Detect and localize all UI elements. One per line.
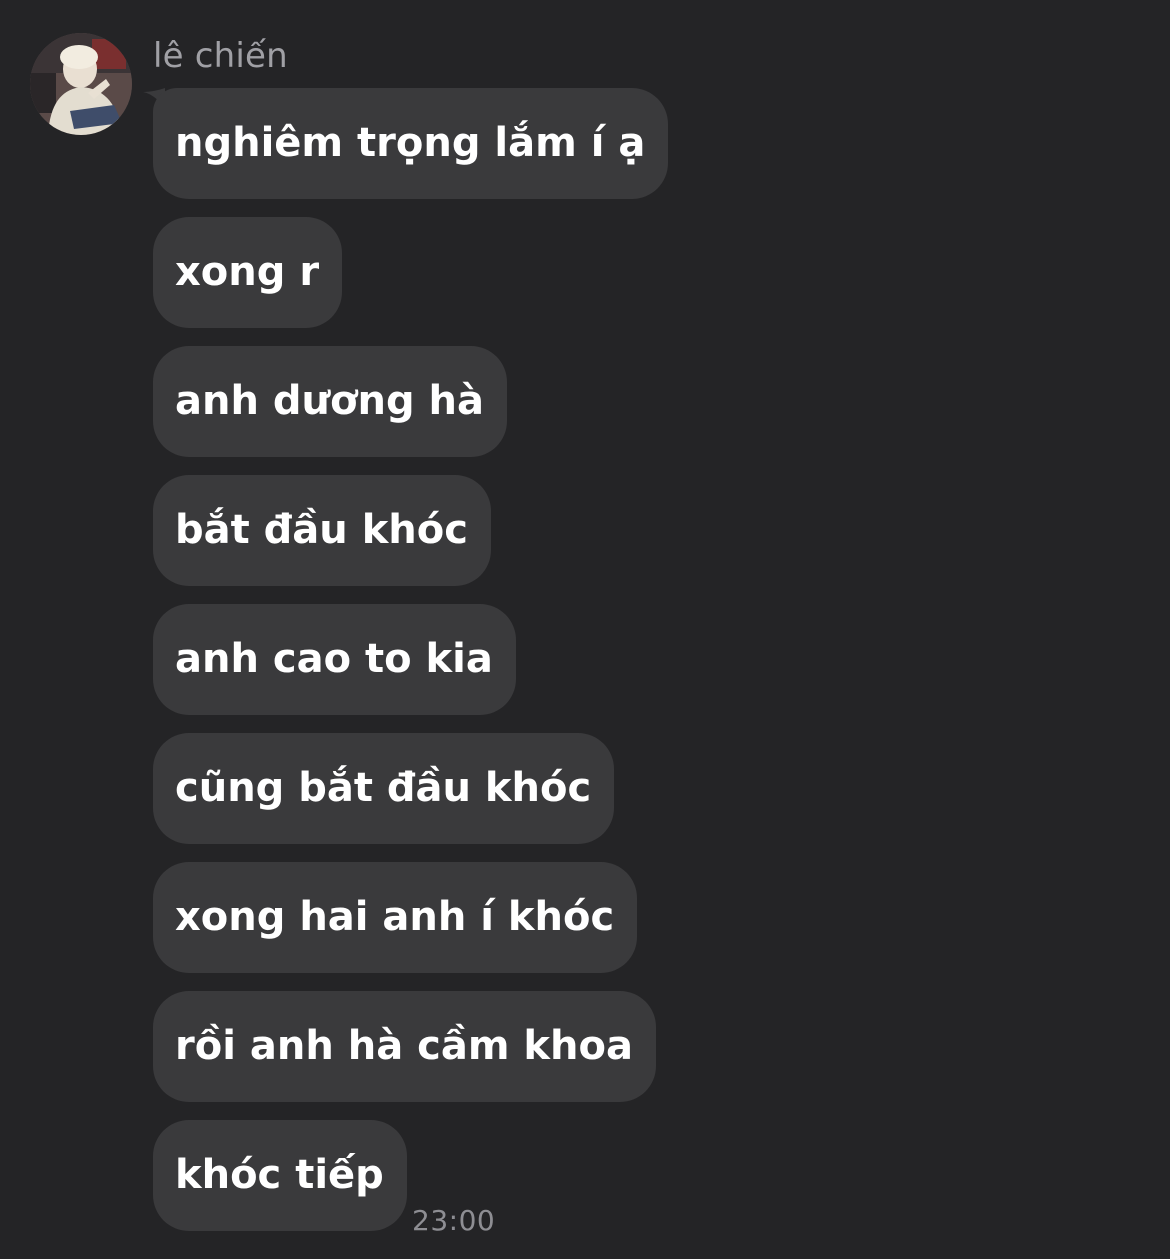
chat-thread: lê chiến nghiêm trọng lắm í ạ xong r anh… — [0, 0, 1170, 1259]
message-list: nghiêm trọng lắm í ạ xong r anh dương hà… — [153, 88, 669, 1231]
message-bubble[interactable]: anh dương hà — [153, 346, 507, 457]
message-bubble[interactable]: xong r — [153, 217, 343, 328]
message-bubble[interactable]: cũng bắt đầu khóc — [153, 733, 615, 844]
message-bubble[interactable]: khóc tiếp — [153, 1120, 407, 1231]
user-avatar-icon — [30, 33, 132, 135]
message-bubble[interactable]: nghiêm trọng lắm í ạ — [153, 88, 669, 199]
message-bubble[interactable]: bắt đầu khóc — [153, 475, 491, 586]
message-bubble[interactable]: xong hai anh í khóc — [153, 862, 638, 973]
message-bubble[interactable]: anh cao to kia — [153, 604, 516, 715]
message-bubble[interactable]: rồi anh hà cầm khoa — [153, 991, 656, 1102]
message-timestamp: 23:00 — [412, 1204, 496, 1237]
avatar[interactable] — [30, 33, 132, 135]
sender-name: lê chiến — [153, 36, 288, 76]
